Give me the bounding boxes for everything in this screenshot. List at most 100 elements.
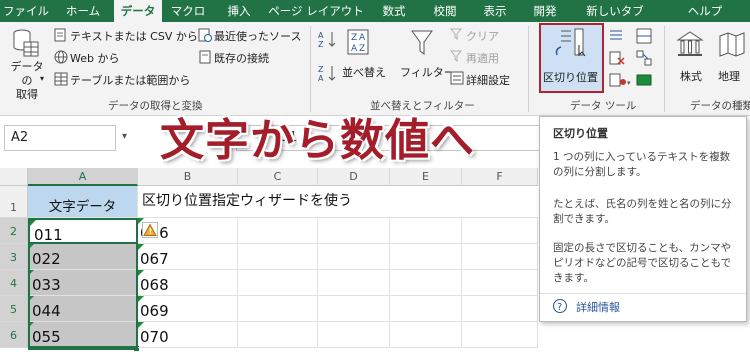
recent-sources-label: 最近使ったソース xyxy=(214,30,302,43)
cell-empty[interactable] xyxy=(238,322,318,348)
sort-button[interactable]: ZAAZ 並べ替え xyxy=(342,26,392,92)
tell-me-more-link[interactable]: 詳細情報 xyxy=(576,299,620,315)
row-header-6[interactable]: 6 xyxy=(0,322,28,348)
cell-b6-value: 070 xyxy=(140,328,169,346)
text-file-icon xyxy=(54,28,66,42)
column-header-e[interactable]: E xyxy=(390,168,462,186)
cell-empty[interactable] xyxy=(390,244,462,270)
stocks-label: 株式 xyxy=(680,70,702,83)
column-header-a[interactable]: A xyxy=(28,168,138,186)
cell-b1[interactable]: 区切り位置指定ウィザードを使う xyxy=(138,186,538,218)
column-header-b[interactable]: B xyxy=(138,168,238,186)
svg-text:?: ? xyxy=(557,302,562,313)
cell-a1[interactable]: 文字データ xyxy=(28,186,138,218)
row-header-2[interactable]: 2 xyxy=(0,218,28,244)
tooltip-paragraph: 固定の長さで区切ることも、カンマやピリオドなどの記号で区切ることもできます。 xyxy=(553,242,732,284)
cell-empty[interactable] xyxy=(318,296,390,322)
tab-formulas[interactable]: 数式 xyxy=(368,0,420,22)
text-to-columns-icon xyxy=(555,28,586,57)
cell-empty[interactable] xyxy=(462,244,538,270)
cell-empty[interactable] xyxy=(318,244,390,270)
web-button[interactable]: Web から xyxy=(52,48,192,66)
get-data-button[interactable]: データの 取得 ▾ xyxy=(4,26,48,101)
remove-duplicates-icon[interactable] xyxy=(608,50,626,66)
reapply-icon xyxy=(450,50,463,63)
cell-empty[interactable] xyxy=(238,244,318,270)
cell-empty[interactable] xyxy=(238,296,318,322)
svg-text:Z: Z xyxy=(318,40,324,48)
tab-data[interactable]: データ xyxy=(114,0,162,22)
cell-empty[interactable] xyxy=(390,296,462,322)
text-to-columns-button[interactable]: 区切り位置 xyxy=(539,23,604,93)
svg-text:▾: ▾ xyxy=(627,79,631,87)
cell-empty[interactable] xyxy=(318,270,390,296)
data-model-icon[interactable] xyxy=(636,72,652,88)
tab-insert[interactable]: 挿入 xyxy=(214,0,264,22)
cell-a3[interactable]: 022 xyxy=(28,244,138,270)
chevron-down-icon[interactable]: ▾ xyxy=(122,131,127,142)
consolidate-icon[interactable] xyxy=(636,28,652,44)
cell-a6[interactable]: 055 xyxy=(28,322,138,348)
sort-label: 並べ替え xyxy=(342,66,386,79)
cell-empty[interactable] xyxy=(390,218,462,244)
filter-button[interactable]: フィルター xyxy=(398,26,455,92)
ribbon: データの 取得 ▾ テキストまたは CSV から Web から テーブルまたは範… xyxy=(0,22,750,116)
cell-b5[interactable]: 069 xyxy=(138,296,238,322)
cell-a5[interactable]: 044 xyxy=(28,296,138,322)
cell-empty[interactable] xyxy=(318,322,390,348)
warning-icon[interactable]: ! xyxy=(142,222,158,238)
relationships-icon[interactable] xyxy=(636,50,652,66)
tab-home[interactable]: ホーム xyxy=(52,0,114,22)
tab-page-layout[interactable]: ページ レイアウト xyxy=(264,0,368,22)
group-divider xyxy=(664,26,665,112)
select-all-corner[interactable] xyxy=(0,168,28,186)
sort-ascending-icon[interactable]: AZ xyxy=(318,30,340,48)
tab-macro[interactable]: マクロ xyxy=(162,0,214,22)
cell-empty[interactable] xyxy=(238,218,318,244)
table-range-button[interactable]: テーブルまたは範囲から xyxy=(52,70,192,88)
tab-new-tab[interactable]: 新しいタブ xyxy=(570,0,660,22)
stocks-button[interactable]: 株式 xyxy=(670,26,710,92)
sort-descending-icon[interactable]: ZA xyxy=(318,64,340,82)
cell-a4[interactable]: 033 xyxy=(28,270,138,296)
tab-file[interactable]: ファイル xyxy=(0,0,52,22)
tab-review[interactable]: 校閲 xyxy=(420,0,470,22)
cell-empty[interactable] xyxy=(462,218,538,244)
cell-a2[interactable]: 011 xyxy=(28,218,138,244)
row-header-4[interactable]: 4 xyxy=(0,270,28,296)
tab-help[interactable]: ヘルプ xyxy=(660,0,750,22)
cell-empty[interactable] xyxy=(318,218,390,244)
cell-empty[interactable] xyxy=(462,296,538,322)
cell-b3[interactable]: 067 xyxy=(138,244,238,270)
column-header-c[interactable]: C xyxy=(238,168,318,186)
row-header-5[interactable]: 5 xyxy=(0,296,28,322)
tab-view[interactable]: 表示 xyxy=(470,0,520,22)
geography-button[interactable]: 地理 xyxy=(714,26,750,92)
cell-empty[interactable] xyxy=(238,270,318,296)
error-indicator-icon xyxy=(28,296,34,302)
advanced-filter-button[interactable]: 詳細設定 xyxy=(450,70,522,88)
text-csv-button[interactable]: テキストまたは CSV から xyxy=(52,26,198,44)
row-header-1[interactable]: 1 xyxy=(0,186,28,218)
existing-connections-icon xyxy=(199,50,211,64)
tooltip-paragraph: 1 つの列に入っているテキストを複数の列に分割します。 xyxy=(553,151,731,178)
cell-b6[interactable]: 070 xyxy=(138,322,238,348)
cell-empty[interactable] xyxy=(462,322,538,348)
cell-empty[interactable] xyxy=(390,322,462,348)
error-indicator-icon xyxy=(138,244,144,250)
clear-filter-icon xyxy=(450,28,463,41)
flash-fill-icon[interactable] xyxy=(608,28,626,44)
existing-connections-button[interactable]: 既存の接続 xyxy=(196,48,306,66)
row-header-3[interactable]: 3 xyxy=(0,244,28,270)
cell-b4[interactable]: 068 xyxy=(138,270,238,296)
help-icon[interactable]: ? xyxy=(552,298,568,314)
column-header-d[interactable]: D xyxy=(318,168,390,186)
recent-sources-button[interactable]: 最近使ったソース xyxy=(196,26,306,44)
data-validation-icon[interactable]: ▾ xyxy=(608,72,632,88)
tab-developer[interactable]: 開発 xyxy=(520,0,570,22)
overlay-title: 文字から数値へ xyxy=(160,115,475,166)
column-header-f[interactable]: F xyxy=(462,168,538,186)
name-box[interactable]: A2 xyxy=(4,125,116,151)
cell-empty[interactable] xyxy=(390,270,462,296)
cell-empty[interactable] xyxy=(462,270,538,296)
